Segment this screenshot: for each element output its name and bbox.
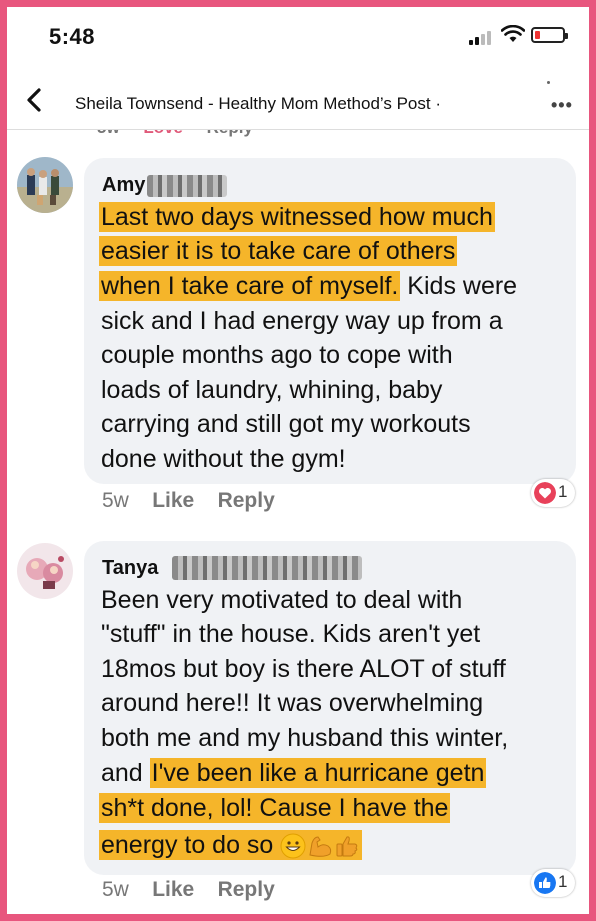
grinning-face-icon: [280, 833, 306, 859]
comment-text-line: when I take care of myself. Kids were: [99, 271, 518, 301]
avatar[interactable]: [17, 157, 73, 213]
phone-screen: 5:48 Sheila Townsend - Healthy Mom Metho…: [7, 7, 589, 914]
back-arrow-icon[interactable]: [23, 87, 45, 113]
comment-text-line: energy to do so: [99, 829, 363, 862]
commenter-name[interactable]: Amy: [102, 174, 145, 197]
battery-icon: [531, 27, 568, 43]
heart-reaction-icon: [534, 482, 556, 504]
reaction-count: 1: [558, 872, 568, 891]
comment-actions: 5w Like Reply: [102, 878, 275, 902]
comment-text-line: and I've been like a hurricane getn: [101, 758, 487, 788]
reply-button[interactable]: Reply: [218, 878, 275, 901]
post-title: Sheila Townsend - Healthy Mom Method’s P…: [75, 94, 441, 113]
more-options-button[interactable]: •••: [551, 95, 573, 116]
avatar[interactable]: [17, 543, 73, 599]
like-reaction-icon: [534, 872, 556, 894]
comment-text-line: Been very motivated to deal with: [101, 586, 463, 614]
commenter-name[interactable]: Tanya: [102, 557, 158, 580]
comment-text-line: Last two days witnessed how much: [99, 202, 495, 232]
redacted-surname: [172, 556, 362, 580]
comment-text-line: done without the gym!: [101, 445, 346, 473]
post-nav-bar: Sheila Townsend - Healthy Mom Method’s P…: [7, 67, 589, 130]
comment-text-line: both me and my husband this winter,: [101, 724, 509, 752]
comment-actions: 5w Like Reply: [102, 489, 275, 513]
comment-text-line: sh*t done, lol! Cause I have the: [99, 793, 451, 823]
comment-text-line: sick and I had energy way up from a: [101, 307, 503, 335]
cellular-signal-icon: [469, 31, 491, 45]
comment-time: 5w: [102, 878, 129, 901]
redacted-surname: [147, 175, 227, 197]
comment-text-line: carrying and still got my workouts: [101, 410, 471, 438]
reaction-badge[interactable]: 1: [531, 869, 575, 897]
thumbs-up-icon: [336, 836, 358, 857]
flexed-biceps-icon: [309, 836, 332, 858]
like-button[interactable]: Like: [152, 878, 194, 901]
comment-text-line: couple months ago to cope with: [101, 341, 453, 369]
comment-text-line: easier it is to take care of others: [99, 236, 458, 266]
comment-text-line: 18mos but boy is there ALOT of stuff: [101, 655, 506, 683]
reaction-count: 1: [558, 482, 568, 501]
comment-text-line: "stuff" in the house. Kids aren't yet: [101, 620, 481, 648]
status-bar: 5:48: [7, 7, 589, 67]
status-time: 5:48: [49, 24, 96, 49]
reaction-badge[interactable]: 1: [531, 479, 575, 507]
comment-time: 5w: [102, 489, 129, 512]
reply-button[interactable]: Reply: [218, 489, 275, 512]
comment-text-line: around here!! It was overwhelming: [101, 689, 484, 717]
comment-text-line: loads of laundry, whining, baby: [101, 376, 443, 404]
dot-icon: [547, 81, 550, 84]
like-button[interactable]: Like: [152, 489, 194, 512]
wifi-icon: [501, 25, 525, 42]
